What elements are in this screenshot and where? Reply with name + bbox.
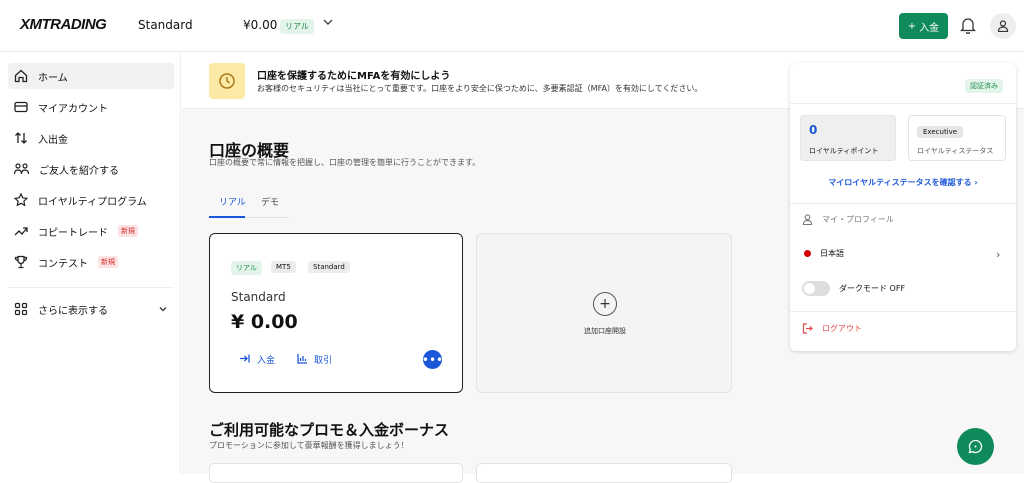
sidebar-item-more[interactable]: さらに表示する [8,296,174,322]
arrow-in-icon [240,354,250,363]
star-icon [14,193,28,207]
sidebar-item-transfers[interactable]: 入出金 [8,125,174,151]
sidebar-item-home[interactable]: ホーム [8,63,174,89]
active-tab-indicator [209,216,245,218]
account-badge: リアル [280,19,314,34]
tab-demo[interactable]: デモ [261,195,279,208]
trend-icon [14,227,28,236]
dark-mode-label: ダークモード OFF [839,284,906,293]
link-label: マイロイヤルティステータスを確認する [828,178,972,187]
sidebar-item-label: コンテスト [38,258,88,270]
tag-real: リアル [231,261,262,275]
loyalty-status-link[interactable]: マイロイヤルティステータスを確認する › [790,177,1016,188]
dark-mode-toggle[interactable] [802,281,830,296]
sidebar-item-label: ご友人を紹介する [39,165,119,177]
language-label: 日本語 [820,249,844,258]
logout-button[interactable]: ログアウト [802,323,862,334]
deposit-button[interactable]: + 入金 [899,13,948,39]
language-select[interactable]: 日本語 [802,248,844,259]
account-type[interactable]: Standard [138,18,193,32]
loyalty-points: 0 ロイヤルティポイント [800,115,896,161]
plus-icon: + [907,20,917,32]
chevron-down-icon [159,307,167,312]
profile-label: マイ・プロフィール [822,215,894,224]
new-badge: 新規 [98,256,118,268]
tag-account-type: Standard [308,261,350,273]
promo-card[interactable] [476,463,732,483]
chat-icon [968,439,983,454]
chart-icon [297,354,307,364]
japan-flag-icon [804,250,811,257]
sidebar-item-label: 入出金 [38,134,68,146]
divider [790,203,1016,204]
mfa-title: 口座を保護するためにMFAを有効にしよう [257,71,451,82]
deposit-label: 入金 [919,22,940,34]
sidebar-item-copy-trade[interactable]: コピートレード 新規 [8,218,174,244]
tag-platform: MT5 [271,261,296,273]
sidebar-item-loyalty[interactable]: ロイヤルティプログラム [8,187,174,213]
sidebar-divider [8,287,174,288]
account-name: Standard [231,290,286,304]
sidebar-item-label: ホーム [38,72,68,84]
mfa-text: お客様のセキュリティは当社にとって重要です。口座をより安全に保つために、多要素認… [257,84,703,93]
more-options-icon[interactable]: ••• [422,350,443,369]
points-value: 0 [809,123,818,137]
chevron-right-icon[interactable]: › [996,248,1000,261]
points-label: ロイヤルティポイント [809,147,879,155]
sidebar-item-label: さらに表示する [38,305,108,317]
status-badge: Executive [917,126,964,138]
new-badge: 新規 [118,225,138,237]
sidebar-item-my-account[interactable]: マイアカウント [8,94,174,120]
account-tabs: リアル デモ [209,192,289,218]
account-card[interactable]: リアル MT5 Standard Standard ¥ 0.00 入金 取引 •… [209,233,463,393]
grid-icon [14,302,28,316]
card-trade-button[interactable]: 取引 [297,353,332,366]
page-subtitle: 口座の概要で常に情報を把握し、口座の管理を簡単に行うことができます。 [209,158,481,167]
promos-subtitle: プロモーションに参加して豪華報酬を獲得しましょう！ [209,441,409,450]
status-label: ロイヤルティステータス [917,147,994,155]
transfer-icon [15,132,27,144]
my-profile-link[interactable]: マイ・プロフィール [802,214,894,225]
divider [790,103,1016,104]
profile-panel: 認証済み 0 ロイヤルティポイント Executive ロイヤルティステータス … [790,63,1016,351]
sidebar-item-label: ロイヤルティプログラム [38,196,147,208]
tab-real[interactable]: リアル [219,195,246,208]
logo[interactable]: XMTRADING [20,16,107,33]
dark-mode-row: ダークモード OFF [802,281,905,296]
sidebar-item-label: マイアカウント [38,103,108,115]
card-icon [14,101,28,113]
bell-icon[interactable] [959,16,977,38]
promo-card[interactable] [209,463,463,483]
trade-label: 取引 [314,356,333,366]
plus-icon: + [593,292,617,316]
divider [790,311,1016,312]
sidebar-item-label: コピートレード [38,227,108,239]
logout-label: ログアウト [822,324,862,333]
promos-title: ご利用可能なプロモ＆入金ボーナス [209,421,450,439]
sidebar: ホーム マイアカウント 入出金 ご友人を紹介する ロイヤルティプログラム コピー… [0,53,181,474]
trophy-icon [14,255,28,269]
header-balance[interactable]: ¥0.00 [243,18,277,32]
home-icon [14,69,28,83]
add-account-label: 追加口座開設 [584,327,626,335]
loyalty-status: Executive ロイヤルティステータス [908,115,1006,161]
verified-badge: 認証済み [965,79,1003,93]
deposit-label: 入金 [257,356,276,366]
user-icon [802,214,813,225]
card-deposit-button[interactable]: 入金 [239,353,275,366]
people-icon [14,163,29,175]
user-icon[interactable] [990,13,1016,39]
sidebar-item-contest[interactable]: コンテスト 新規 [8,249,174,275]
chevron-down-icon[interactable] [322,16,334,32]
clock-icon [209,63,245,99]
sidebar-item-refer[interactable]: ご友人を紹介する [8,156,174,182]
add-account-card[interactable]: + 追加口座開設 [476,233,732,393]
account-balance: ¥ 0.00 [231,311,298,333]
chat-button[interactable] [957,428,994,465]
chevron-right-icon: › [974,178,978,187]
logout-icon [802,323,813,334]
top-bar: XMTRADING Standard ¥0.00 リアル + 入金 [0,0,1024,52]
